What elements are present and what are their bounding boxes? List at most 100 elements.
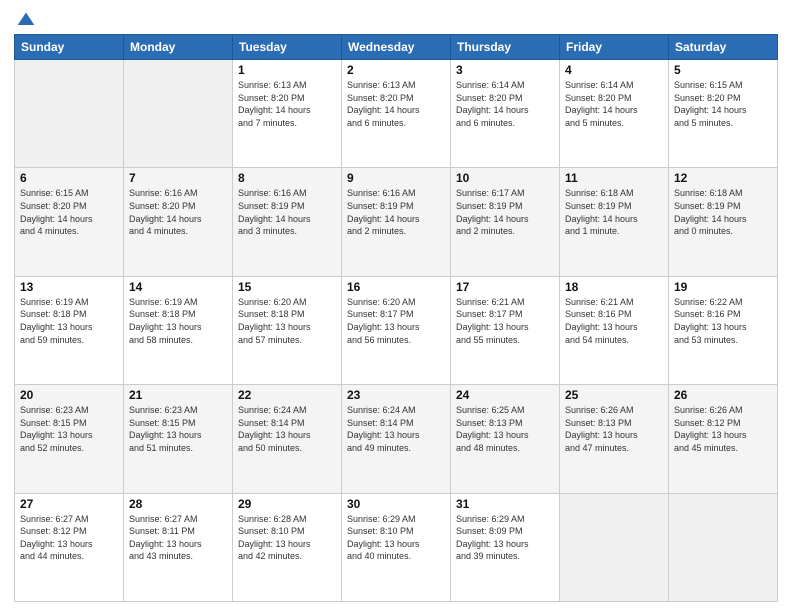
header <box>14 10 778 28</box>
day-info: Sunrise: 6:20 AM Sunset: 8:18 PM Dayligh… <box>238 296 336 346</box>
day-cell: 18 Sunrise: 6:21 AM Sunset: 8:16 PM Dayli… <box>560 276 669 384</box>
day-cell: 1 Sunrise: 6:13 AM Sunset: 8:20 PM Daylig… <box>233 60 342 168</box>
day-info: Sunrise: 6:18 AM Sunset: 8:19 PM Dayligh… <box>565 187 663 237</box>
day-number: 10 <box>456 171 554 185</box>
day-info: Sunrise: 6:24 AM Sunset: 8:14 PM Dayligh… <box>238 404 336 454</box>
day-info: Sunrise: 6:26 AM Sunset: 8:12 PM Dayligh… <box>674 404 772 454</box>
day-cell: 28 Sunrise: 6:27 AM Sunset: 8:11 PM Dayli… <box>124 493 233 601</box>
day-cell: 8Sunrise: 6:16 AM Sunset: 8:19 PM Daylig… <box>233 168 342 276</box>
day-cell <box>669 493 778 601</box>
day-info: Sunrise: 6:19 AM Sunset: 8:18 PM Dayligh… <box>20 296 118 346</box>
day-cell: 29Sunrise: 6:28 AM Sunset: 8:10 PM Dayli… <box>233 493 342 601</box>
logo <box>14 10 36 28</box>
day-cell: 3 Sunrise: 6:14 AM Sunset: 8:20 PM Daylig… <box>451 60 560 168</box>
weekday-friday: Friday <box>560 35 669 60</box>
week-row-5: 27 Sunrise: 6:27 AM Sunset: 8:12 PM Dayli… <box>15 493 778 601</box>
day-number: 17 <box>456 280 554 294</box>
weekday-wednesday: Wednesday <box>342 35 451 60</box>
day-cell: 6 Sunrise: 6:15 AM Sunset: 8:20 PM Daylig… <box>15 168 124 276</box>
day-info: Sunrise: 6:22 AM Sunset: 8:16 PM Dayligh… <box>674 296 772 346</box>
day-info: Sunrise: 6:14 AM Sunset: 8:20 PM Dayligh… <box>456 79 554 129</box>
day-cell: 21Sunrise: 6:23 AM Sunset: 8:15 PM Dayli… <box>124 385 233 493</box>
weekday-saturday: Saturday <box>669 35 778 60</box>
day-number: 12 <box>674 171 772 185</box>
day-cell: 13 Sunrise: 6:19 AM Sunset: 8:18 PM Dayli… <box>15 276 124 384</box>
week-row-4: 20Sunrise: 6:23 AM Sunset: 8:15 PM Dayli… <box>15 385 778 493</box>
day-cell: 2 Sunrise: 6:13 AM Sunset: 8:20 PM Daylig… <box>342 60 451 168</box>
day-info: Sunrise: 6:15 AM Sunset: 8:20 PM Dayligh… <box>20 187 118 237</box>
day-number: 30 <box>347 497 445 511</box>
day-cell: 11 Sunrise: 6:18 AM Sunset: 8:19 PM Dayli… <box>560 168 669 276</box>
day-number: 9 <box>347 171 445 185</box>
day-number: 7 <box>129 171 227 185</box>
day-cell: 9 Sunrise: 6:16 AM Sunset: 8:19 PM Daylig… <box>342 168 451 276</box>
day-cell: 31Sunrise: 6:29 AM Sunset: 8:09 PM Dayli… <box>451 493 560 601</box>
day-cell: 19Sunrise: 6:22 AM Sunset: 8:16 PM Dayli… <box>669 276 778 384</box>
day-info: Sunrise: 6:13 AM Sunset: 8:20 PM Dayligh… <box>238 79 336 129</box>
day-cell: 20Sunrise: 6:23 AM Sunset: 8:15 PM Dayli… <box>15 385 124 493</box>
day-number: 5 <box>674 63 772 77</box>
day-info: Sunrise: 6:17 AM Sunset: 8:19 PM Dayligh… <box>456 187 554 237</box>
day-number: 25 <box>565 388 663 402</box>
day-number: 2 <box>347 63 445 77</box>
day-info: Sunrise: 6:29 AM Sunset: 8:09 PM Dayligh… <box>456 513 554 563</box>
day-info: Sunrise: 6:13 AM Sunset: 8:20 PM Dayligh… <box>347 79 445 129</box>
logo-icon <box>16 10 36 30</box>
day-cell: 23Sunrise: 6:24 AM Sunset: 8:14 PM Dayli… <box>342 385 451 493</box>
day-number: 22 <box>238 388 336 402</box>
day-cell: 17Sunrise: 6:21 AM Sunset: 8:17 PM Dayli… <box>451 276 560 384</box>
day-info: Sunrise: 6:26 AM Sunset: 8:13 PM Dayligh… <box>565 404 663 454</box>
day-cell: 4Sunrise: 6:14 AM Sunset: 8:20 PM Daylig… <box>560 60 669 168</box>
day-number: 15 <box>238 280 336 294</box>
day-info: Sunrise: 6:20 AM Sunset: 8:17 PM Dayligh… <box>347 296 445 346</box>
day-cell <box>15 60 124 168</box>
day-info: Sunrise: 6:18 AM Sunset: 8:19 PM Dayligh… <box>674 187 772 237</box>
weekday-monday: Monday <box>124 35 233 60</box>
day-number: 18 <box>565 280 663 294</box>
day-cell: 15 Sunrise: 6:20 AM Sunset: 8:18 PM Dayli… <box>233 276 342 384</box>
day-number: 6 <box>20 171 118 185</box>
day-info: Sunrise: 6:23 AM Sunset: 8:15 PM Dayligh… <box>20 404 118 454</box>
day-number: 8 <box>238 171 336 185</box>
day-info: Sunrise: 6:25 AM Sunset: 8:13 PM Dayligh… <box>456 404 554 454</box>
day-cell: 5 Sunrise: 6:15 AM Sunset: 8:20 PM Daylig… <box>669 60 778 168</box>
day-info: Sunrise: 6:23 AM Sunset: 8:15 PM Dayligh… <box>129 404 227 454</box>
day-cell: 25 Sunrise: 6:26 AM Sunset: 8:13 PM Dayli… <box>560 385 669 493</box>
day-cell: 7 Sunrise: 6:16 AM Sunset: 8:20 PM Daylig… <box>124 168 233 276</box>
day-number: 3 <box>456 63 554 77</box>
day-info: Sunrise: 6:19 AM Sunset: 8:18 PM Dayligh… <box>129 296 227 346</box>
day-cell: 24 Sunrise: 6:25 AM Sunset: 8:13 PM Dayli… <box>451 385 560 493</box>
day-number: 1 <box>238 63 336 77</box>
day-cell <box>124 60 233 168</box>
day-cell: 12 Sunrise: 6:18 AM Sunset: 8:19 PM Dayli… <box>669 168 778 276</box>
weekday-sunday: Sunday <box>15 35 124 60</box>
day-info: Sunrise: 6:27 AM Sunset: 8:12 PM Dayligh… <box>20 513 118 563</box>
day-number: 28 <box>129 497 227 511</box>
week-row-3: 13 Sunrise: 6:19 AM Sunset: 8:18 PM Dayli… <box>15 276 778 384</box>
day-cell: 27 Sunrise: 6:27 AM Sunset: 8:12 PM Dayli… <box>15 493 124 601</box>
weekday-header-row: SundayMondayTuesdayWednesdayThursdayFrid… <box>15 35 778 60</box>
day-number: 27 <box>20 497 118 511</box>
day-cell: 16 Sunrise: 6:20 AM Sunset: 8:17 PM Dayli… <box>342 276 451 384</box>
day-number: 26 <box>674 388 772 402</box>
day-info: Sunrise: 6:29 AM Sunset: 8:10 PM Dayligh… <box>347 513 445 563</box>
day-info: Sunrise: 6:27 AM Sunset: 8:11 PM Dayligh… <box>129 513 227 563</box>
day-number: 24 <box>456 388 554 402</box>
day-info: Sunrise: 6:16 AM Sunset: 8:19 PM Dayligh… <box>347 187 445 237</box>
day-number: 11 <box>565 171 663 185</box>
logo-text <box>14 10 36 30</box>
day-info: Sunrise: 6:21 AM Sunset: 8:16 PM Dayligh… <box>565 296 663 346</box>
day-cell: 30 Sunrise: 6:29 AM Sunset: 8:10 PM Dayli… <box>342 493 451 601</box>
day-cell: 14Sunrise: 6:19 AM Sunset: 8:18 PM Dayli… <box>124 276 233 384</box>
day-number: 29 <box>238 497 336 511</box>
day-number: 23 <box>347 388 445 402</box>
day-number: 13 <box>20 280 118 294</box>
day-cell: 10 Sunrise: 6:17 AM Sunset: 8:19 PM Dayli… <box>451 168 560 276</box>
day-info: Sunrise: 6:16 AM Sunset: 8:20 PM Dayligh… <box>129 187 227 237</box>
day-number: 16 <box>347 280 445 294</box>
calendar: SundayMondayTuesdayWednesdayThursdayFrid… <box>14 34 778 602</box>
day-number: 4 <box>565 63 663 77</box>
weekday-thursday: Thursday <box>451 35 560 60</box>
day-cell <box>560 493 669 601</box>
day-info: Sunrise: 6:15 AM Sunset: 8:20 PM Dayligh… <box>674 79 772 129</box>
